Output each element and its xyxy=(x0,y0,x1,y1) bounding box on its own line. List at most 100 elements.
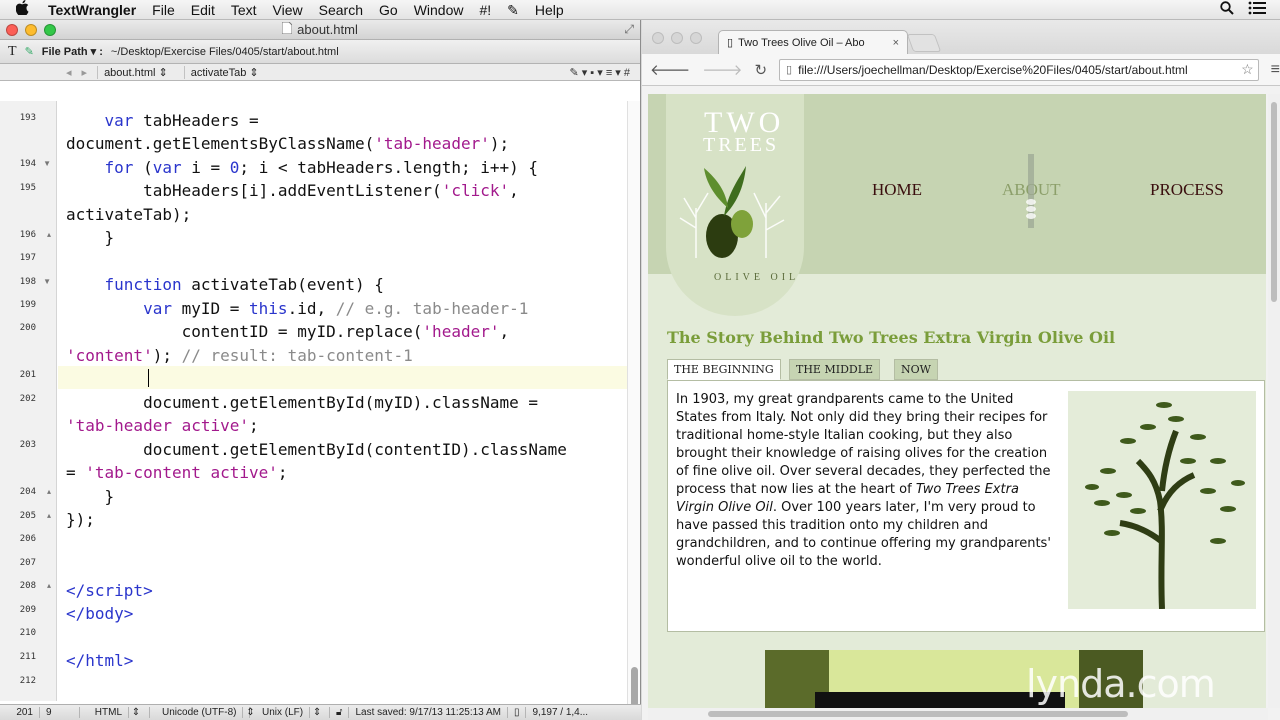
menu-help[interactable]: Help xyxy=(527,0,572,20)
code-line: var tabHeaders = xyxy=(104,111,259,130)
script-icon[interactable]: ✎ xyxy=(499,0,527,20)
browser-vertical-scrollbar[interactable] xyxy=(1268,94,1280,708)
olive-tree-image xyxy=(1068,391,1256,610)
line-number: 207 xyxy=(19,558,36,568)
nav-home[interactable]: HOME xyxy=(872,180,922,200)
menu-view[interactable]: View xyxy=(265,0,311,20)
scrollbar-thumb[interactable] xyxy=(708,711,1128,717)
line-number: 208 xyxy=(19,581,36,591)
url-text[interactable]: file:///Users/joechellman/Desktop/Exerci… xyxy=(798,63,1188,77)
line-endings-popup[interactable]: Unix (LF) ⇕ xyxy=(250,707,330,718)
code-line: </script> xyxy=(66,581,153,600)
scrollbar-thumb[interactable] xyxy=(1271,102,1277,302)
menu-edit[interactable]: Edit xyxy=(183,0,223,20)
menu-app-name[interactable]: TextWrangler xyxy=(48,0,144,20)
fold-end-icon[interactable]: ▴ xyxy=(47,230,51,239)
file-path-label[interactable]: File Path ▾ : xyxy=(42,45,103,58)
close-tab-icon[interactable]: × xyxy=(893,37,899,49)
line-number: 201 xyxy=(19,370,36,380)
forward-arrow-icon[interactable]: ▸ xyxy=(82,66,88,79)
text-tool-icon[interactable]: T xyxy=(8,44,17,60)
line-number: 211 xyxy=(19,652,36,662)
line-number: 202 xyxy=(19,394,36,404)
tab-the-middle[interactable]: THE MIDDLE xyxy=(789,359,881,380)
code-line: activateTab); xyxy=(66,205,192,224)
olive-logo-icon xyxy=(679,166,785,258)
document-icon xyxy=(281,21,293,37)
lock-icon[interactable]: 🔓︎ xyxy=(330,707,350,718)
code-line: </html> xyxy=(66,651,134,670)
fold-end-icon[interactable]: ▴ xyxy=(47,581,51,590)
function-popup[interactable]: activateTab ⇕ xyxy=(183,65,265,79)
language-popup[interactable]: HTML ⇕ xyxy=(80,707,150,718)
menu-bar: TextWrangler File Edit Text View Search … xyxy=(0,0,1280,20)
code-line: } xyxy=(66,228,115,247)
line-number: 204 xyxy=(19,487,36,497)
lynda-watermark: lynda.com xyxy=(1026,662,1216,706)
tab-now[interactable]: NOW xyxy=(894,359,938,380)
code-line: } xyxy=(66,487,115,506)
encoding-popup[interactable]: Unicode (UTF-8) ⇕ xyxy=(150,707,255,718)
fold-end-icon[interactable]: ▴ xyxy=(47,487,51,496)
line-number-gutter: 193 194 ▼ 195 196 ▴ 197 198 ▼ 199 200 20… xyxy=(0,101,57,701)
back-arrow-icon[interactable]: ◂ xyxy=(66,66,72,79)
code-editor[interactable]: var tabHeaders = document.getElementsByC… xyxy=(58,101,627,701)
minimize-window-button[interactable] xyxy=(25,24,37,36)
menu-text[interactable]: Text xyxy=(223,0,265,20)
editor-titlebar: about.html ⤢ xyxy=(0,20,640,40)
close-window-button[interactable] xyxy=(652,32,664,44)
code-line: document.getElementsByClassName('tab-hea… xyxy=(66,134,510,153)
menu-icon[interactable]: ≡ xyxy=(1271,61,1280,79)
spotlight-search-icon[interactable] xyxy=(1220,1,1234,18)
code-line: tabHeaders[i].addEventListener('click', xyxy=(66,181,519,200)
menu-search[interactable]: Search xyxy=(311,0,371,20)
fold-triangle-icon[interactable]: ▼ xyxy=(43,159,51,168)
line-number: 193 xyxy=(19,113,36,123)
code-line: }); xyxy=(66,510,95,529)
new-tab-button[interactable] xyxy=(906,34,942,52)
line-number: 199 xyxy=(19,300,36,310)
apple-icon[interactable] xyxy=(15,0,34,19)
zoom-window-button[interactable] xyxy=(44,24,56,36)
char-word-count: 9,197 / 1,4... xyxy=(532,707,589,718)
webpage: TWO TREES OLIVE OIL HOME ABOUT PROCESS T… xyxy=(648,94,1266,708)
pencil-icon[interactable]: ✎ xyxy=(25,45,34,58)
scrollbar-thumb[interactable] xyxy=(631,667,638,707)
fold-triangle-icon[interactable]: ▼ xyxy=(43,277,51,286)
logo-badge[interactable]: TWO TREES OLIVE OIL xyxy=(666,94,804,316)
line-number: 212 xyxy=(19,676,36,686)
code-line: var myID = this.id, // e.g. tab-header-1 xyxy=(143,299,529,318)
address-bar[interactable]: ▯ file:///Users/joechellman/Desktop/Exer… xyxy=(779,58,1259,81)
bookmark-star-icon[interactable]: ☆ xyxy=(1241,61,1254,78)
line-number: 200 xyxy=(19,323,36,333)
code-line: = 'tab-content active'; xyxy=(66,463,288,482)
status-line[interactable]: 201 xyxy=(0,707,40,718)
menu-shebang[interactable]: #! xyxy=(471,0,499,20)
line-number: 206 xyxy=(19,534,36,544)
file-popup[interactable]: about.html ⇕ xyxy=(97,65,174,79)
back-arrow-icon[interactable]: 🡐 xyxy=(650,60,690,79)
olive-tree-icon xyxy=(1085,402,1245,610)
menu-window[interactable]: Window xyxy=(406,0,472,20)
minimize-window-button[interactable] xyxy=(671,32,683,44)
toolbar-tools-icon[interactable]: ✎ ▾ ▪ ▾ ≡ ▾ # xyxy=(569,66,630,79)
zoom-window-button[interactable] xyxy=(690,32,702,44)
browser-tab[interactable]: ▯ Two Trees Olive Oil – Abo × xyxy=(718,30,908,54)
nav-process[interactable]: PROCESS xyxy=(1150,180,1224,200)
menu-file[interactable]: File xyxy=(144,0,183,20)
forward-arrow-icon[interactable]: 🡒 xyxy=(702,60,742,79)
navigation-bar: ◂ ▸ about.html ⇕ activateTab ⇕ ✎ ▾ ▪ ▾ ≡… xyxy=(0,64,640,81)
line-number: 196 xyxy=(19,230,36,240)
editor-vertical-scrollbar[interactable] xyxy=(627,101,640,711)
code-line: contentID = myID.replace('header', xyxy=(66,322,510,341)
fold-end-icon[interactable]: ▴ xyxy=(47,511,51,520)
browser-horizontal-scrollbar[interactable] xyxy=(648,708,1268,720)
line-number: 194 xyxy=(19,159,36,169)
reload-icon[interactable]: ↻ xyxy=(754,61,767,79)
tab-the-beginning[interactable]: THE BEGINNING xyxy=(667,359,781,380)
menu-go[interactable]: Go xyxy=(371,0,406,20)
close-window-button[interactable] xyxy=(6,24,18,36)
notification-list-icon[interactable] xyxy=(1248,1,1266,18)
fullscreen-icon[interactable]: ⤢ xyxy=(624,22,634,37)
file-path-bar: T ✎ File Path ▾ : ~/Desktop/Exercise Fil… xyxy=(0,40,640,64)
